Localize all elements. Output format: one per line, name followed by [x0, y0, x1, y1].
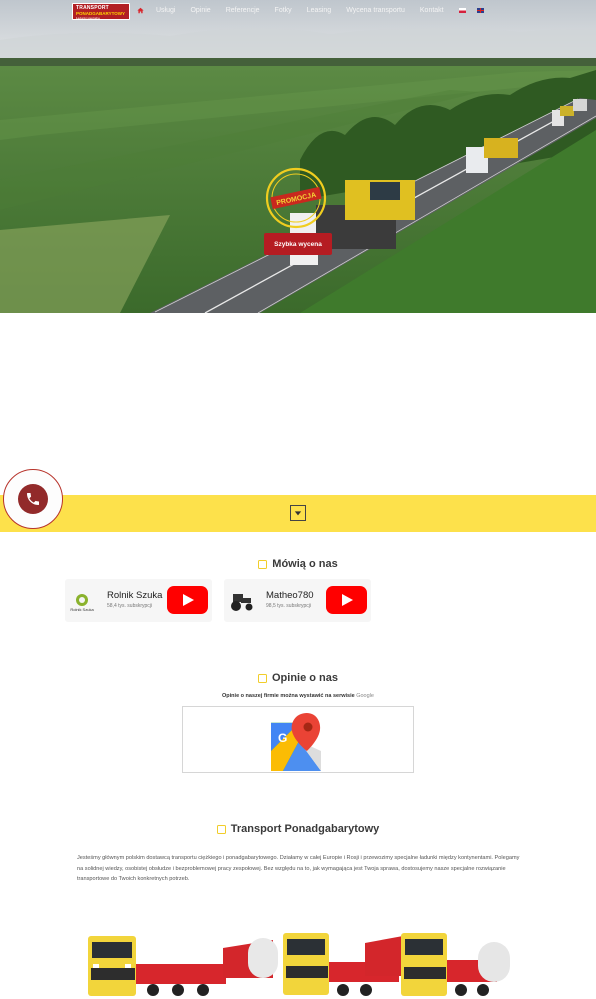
flag-pl-icon[interactable] [458, 8, 466, 13]
checkbox-icon [258, 559, 268, 569]
channel-avatar-label: Rolnik Szuka [70, 607, 94, 612]
expand-button[interactable] [290, 505, 306, 521]
quick-quote-button[interactable]: Szybka wycena [264, 233, 332, 255]
channel-subscribers: 58,4 tys. subskrypcji [107, 603, 153, 609]
channel-name: Matheo780 [266, 590, 314, 601]
main-menu: Usługi Opinie Referencje Fotky Leasing W… [137, 7, 495, 14]
nav-item-wycena[interactable]: Wycena transportu [346, 7, 405, 14]
nav-item-referencje[interactable]: Referencje [226, 7, 260, 14]
checkbox-icon [257, 673, 267, 683]
reviews-note: Opinie o naszej firmie można wystawić na… [222, 693, 374, 699]
call-widget[interactable] [3, 469, 63, 529]
company-logo[interactable]: TRANSPORT PONADGABARYTOWY Ładunki specja… [72, 3, 130, 20]
nav-item-opinie[interactable]: Opinie [190, 7, 210, 14]
svg-text:G: G [278, 731, 287, 745]
channel-subscribers: 98,5 tys. subskrypcji [266, 603, 312, 609]
checkbox-icon [216, 824, 226, 834]
channel-avatar: Rolnik Szuka [70, 594, 94, 612]
tractor-icon [231, 594, 253, 611]
transport-description: Jesteśmy głównym polskim dostawcą transp… [77, 855, 520, 882]
youtube-card-rolnik-szuka[interactable]: Rolnik Szuka Rolnik Szuka 58,4 tys. subs… [65, 579, 212, 622]
trucks-photo [88, 933, 510, 996]
top-navigation: TRANSPORT PONADGABARYTOWY Ładunki specja… [0, 0, 596, 24]
section-title-transport: Transport Ponadgabarytowy [0, 823, 596, 835]
section-title-opinie: Opinie o nas [0, 672, 596, 684]
truck-2 [283, 933, 403, 996]
hero-banner: TRANSPORT PONADGABARYTOWY Ładunki specja… [0, 0, 596, 313]
youtube-card-matheo780[interactable]: Matheo780 98,5 tys. subskrypcji [224, 579, 371, 622]
section-title-mowia: Mówią o nas [0, 558, 596, 570]
phone-icon [27, 493, 39, 505]
home-icon[interactable] [137, 7, 144, 14]
flag-gb-icon[interactable] [476, 8, 484, 13]
google-link[interactable]: Google [356, 693, 374, 699]
youtube-play-icon[interactable] [326, 586, 367, 614]
logo-text-sub: Ładunki specjalne [76, 16, 101, 20]
youtube-play-icon[interactable] [167, 586, 208, 614]
google-maps-card[interactable]: G [182, 706, 414, 773]
nav-item-uslugi[interactable]: Usługi [156, 7, 175, 14]
google-maps-icon: G [271, 713, 321, 771]
chevron-down-icon [294, 511, 302, 516]
truck-3 [401, 933, 510, 996]
channel-name: Rolnik Szuka [107, 590, 163, 601]
nav-item-leasing[interactable]: Leasing [307, 7, 332, 14]
hero-photo [0, 0, 596, 313]
call-button[interactable] [18, 484, 48, 514]
truck-1 [88, 936, 278, 996]
promo-stamp-icon: PROMOCJA [265, 167, 327, 229]
nav-item-kontakt[interactable]: Kontakt [420, 7, 444, 14]
nav-item-fotky[interactable]: Fotky [275, 7, 292, 14]
